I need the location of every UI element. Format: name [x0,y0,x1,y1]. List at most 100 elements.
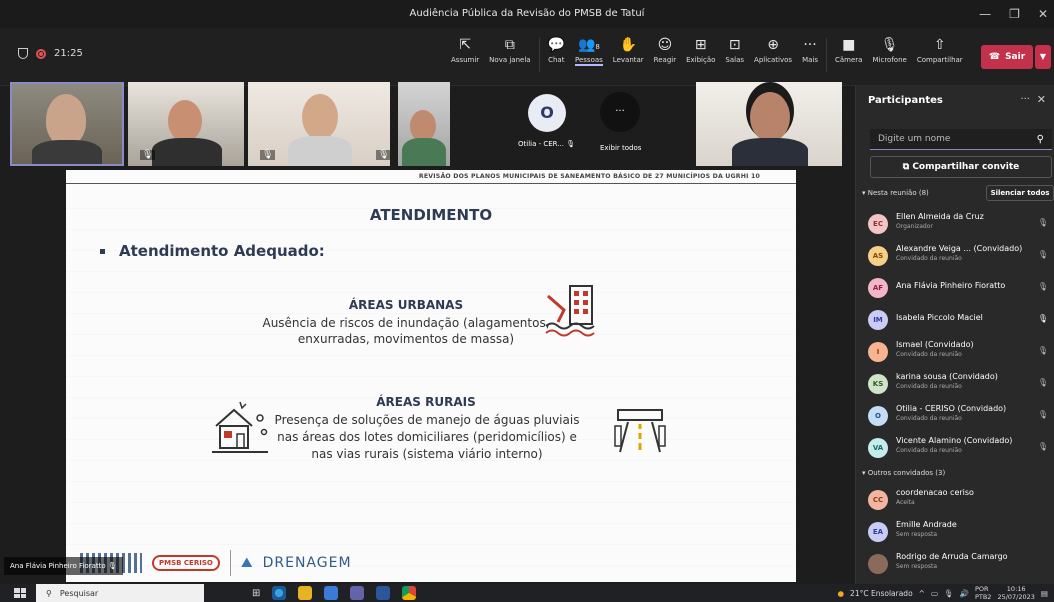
nova-janela-button[interactable]: ⧉ Nova janela [484,34,535,64]
video-tile-presenter[interactable] [10,82,124,166]
toolbar-divider [826,38,827,72]
participant-role: Convidado da reunião [896,383,962,390]
phone-icon: ☎ [988,52,1001,62]
word-icon[interactable] [376,586,391,600]
person-face [750,92,790,142]
show-all-label[interactable]: Exibir todos [600,144,641,152]
slide-footer-title: DRENAGEM [262,555,352,571]
teams-icon[interactable] [350,586,365,600]
participant-item[interactable]: VA Vicente Alamino (Convidado) Convidado d… [868,434,1052,462]
invite-icon: ⧉ [902,162,910,172]
weather-text[interactable]: 21°C Ensolarado [850,589,913,598]
person-face [168,100,202,142]
close-icon[interactable]: ✕ [1037,93,1046,106]
taskbar-search-input[interactable]: ⚲ Pesquisar [36,584,204,602]
layout-text: PTB2 [974,593,992,601]
exibicao-button[interactable]: ⊞ Exibição [681,34,720,64]
mais-button[interactable]: ··· Mais [797,34,823,64]
guest-status: Sem resposta [896,563,938,570]
video-tile-4[interactable] [398,82,450,166]
timer-text: 21:25 [54,48,83,59]
compartilhar-label: Compartilhar [916,56,963,64]
nova-janela-icon: ⧉ [504,37,515,53]
task-view-icon[interactable]: ⊞ [252,588,260,599]
chat-button[interactable]: 💬 Chat [543,34,570,64]
participants-panel: Participantes ··· ✕ Digite um nome ⚲ ⧉ Co… [855,86,1054,584]
chevron-down-icon: ▼ [1039,52,1047,61]
share-invite-label: Compartilhar convite [912,162,1020,172]
slide-title: ATENDIMENTO [369,206,493,224]
slide-header: REVISÃO DOS PLANOS MUNICIPAIS DE SANEAME… [66,170,796,184]
grid-icon: ⊞ [694,37,707,53]
participant-item[interactable]: I Ismael (Convidado) Convidado da reunião 🎙 [868,338,1052,366]
mic-off-icon: 🎙 [1037,282,1048,291]
reagir-button[interactable]: ☺ Reagir [649,34,681,64]
assumir-button[interactable]: ⇱ Assumir [446,34,484,64]
participant-name: Ana Flávia Pinheiro Fioratto [896,281,1006,290]
reagir-label: Reagir [653,56,677,64]
avatar: EC [868,214,888,234]
video-tile-3[interactable]: 🎙 🎙 [248,82,390,166]
clock[interactable]: 10:16 25/07/2023 [997,585,1034,601]
windows-start-icon[interactable] [14,588,26,598]
video-tile-2[interactable]: 🎙 [128,82,244,166]
participant-search-input[interactable]: Digite um nome ⚲ [870,129,1052,150]
minimize-icon[interactable]: — [979,0,991,28]
language-indicator[interactable]: POR PTB2 [975,585,992,601]
notification-icon[interactable]: ▤ [1041,589,1048,598]
pessoas-button[interactable]: 👥8 Pessoas [570,34,608,66]
mute-all-button[interactable]: Silenciar todos [986,185,1054,201]
microfone-button[interactable]: 🎙 Microfone [867,34,911,64]
participant-item[interactable]: EC Ellen Almeida da Cruz Organizador 🎙 [868,210,1052,238]
aplicativos-button[interactable]: ⊕ Aplicativos [749,34,797,64]
other-guests-section-header[interactable]: ▾ Outros convidados (3) [862,469,945,477]
chevron-up-icon[interactable]: ^ [919,589,925,598]
show-all-button[interactable]: ··· [600,92,640,132]
mic-off-icon: 🎙 [1037,378,1048,387]
share-invite-button[interactable]: ⧉ Compartilhar convite [870,156,1052,178]
in-meeting-section-header[interactable]: ▾ Nesta reunião (8) [862,189,929,197]
edge-icon[interactable] [272,586,287,600]
otilia-name: Otilia - CER... [518,140,564,148]
flooded-building-icon [545,285,595,337]
file-explorer-icon[interactable] [298,586,313,600]
leave-dropdown-button[interactable]: ▼ [1035,45,1051,69]
participant-item[interactable]: IM Isabela Piccolo Maciel 🎙 [868,306,1052,334]
toolbar-divider [538,38,540,72]
participant-name: Ellen Almeida da Cruz [896,212,984,221]
leave-button[interactable]: ☎ Sair [981,45,1033,69]
network-icon[interactable]: ▭ [931,589,938,598]
share-icon: ⇧ [933,37,946,53]
compartilhar-button[interactable]: ⇧ Compartilhar [912,34,968,64]
presenter-name: Ana Flávia Pinheiro Fioratto [10,562,106,570]
hand-icon: ✋ [619,37,637,53]
volume-icon[interactable]: 🔊 [960,589,969,598]
people-glyph: 👥 [577,37,596,53]
guest-item[interactable]: Rodrigo de Arruda Camargo Sem resposta [868,550,1052,578]
mic-icon[interactable]: 🎙 [944,589,954,598]
people-count-badge: 8 [595,43,600,51]
levantar-button[interactable]: ✋ Levantar [608,34,649,64]
more-icon[interactable]: ··· [1020,94,1030,105]
participant-item[interactable]: O Otilia - CERISO (Convidado) Convidado da… [868,402,1052,430]
participant-item[interactable]: KS karina sousa (Convidado) Convidado da r… [868,370,1052,398]
maximize-icon[interactable]: ❐ [1009,0,1020,28]
otilia-avatar[interactable]: O [528,94,566,132]
window-controls: — ❐ ✕ [979,0,1048,28]
video-tile-5[interactable] [696,82,842,166]
participant-item[interactable]: AS Alexandre Veiga ... (Convidado) Convida… [868,242,1052,270]
guest-name: coordenacao ceriso [896,488,974,497]
slide-bullet-text: Atendimento Adequado: [119,242,325,260]
camera-button[interactable]: ■ Câmera [830,34,867,64]
store-icon[interactable] [324,586,339,600]
close-icon[interactable]: ✕ [1038,0,1048,28]
guest-item[interactable]: CC coordenacao ceriso Aceita [868,486,1052,514]
avatar: EA [868,522,888,542]
participant-item[interactable]: AF Ana Flávia Pinheiro Fioratto 🎙 [868,274,1052,302]
chrome-icon[interactable] [402,586,417,600]
window-titlebar: Audiência Pública da Revisão do PMSB de … [0,0,1054,28]
salas-button[interactable]: ⊡ Salas [720,34,749,64]
mic-off-icon: 🎙 [1037,442,1048,451]
guest-item[interactable]: EA Emille Andrade Sem resposta [868,518,1052,546]
person-body [152,138,222,166]
